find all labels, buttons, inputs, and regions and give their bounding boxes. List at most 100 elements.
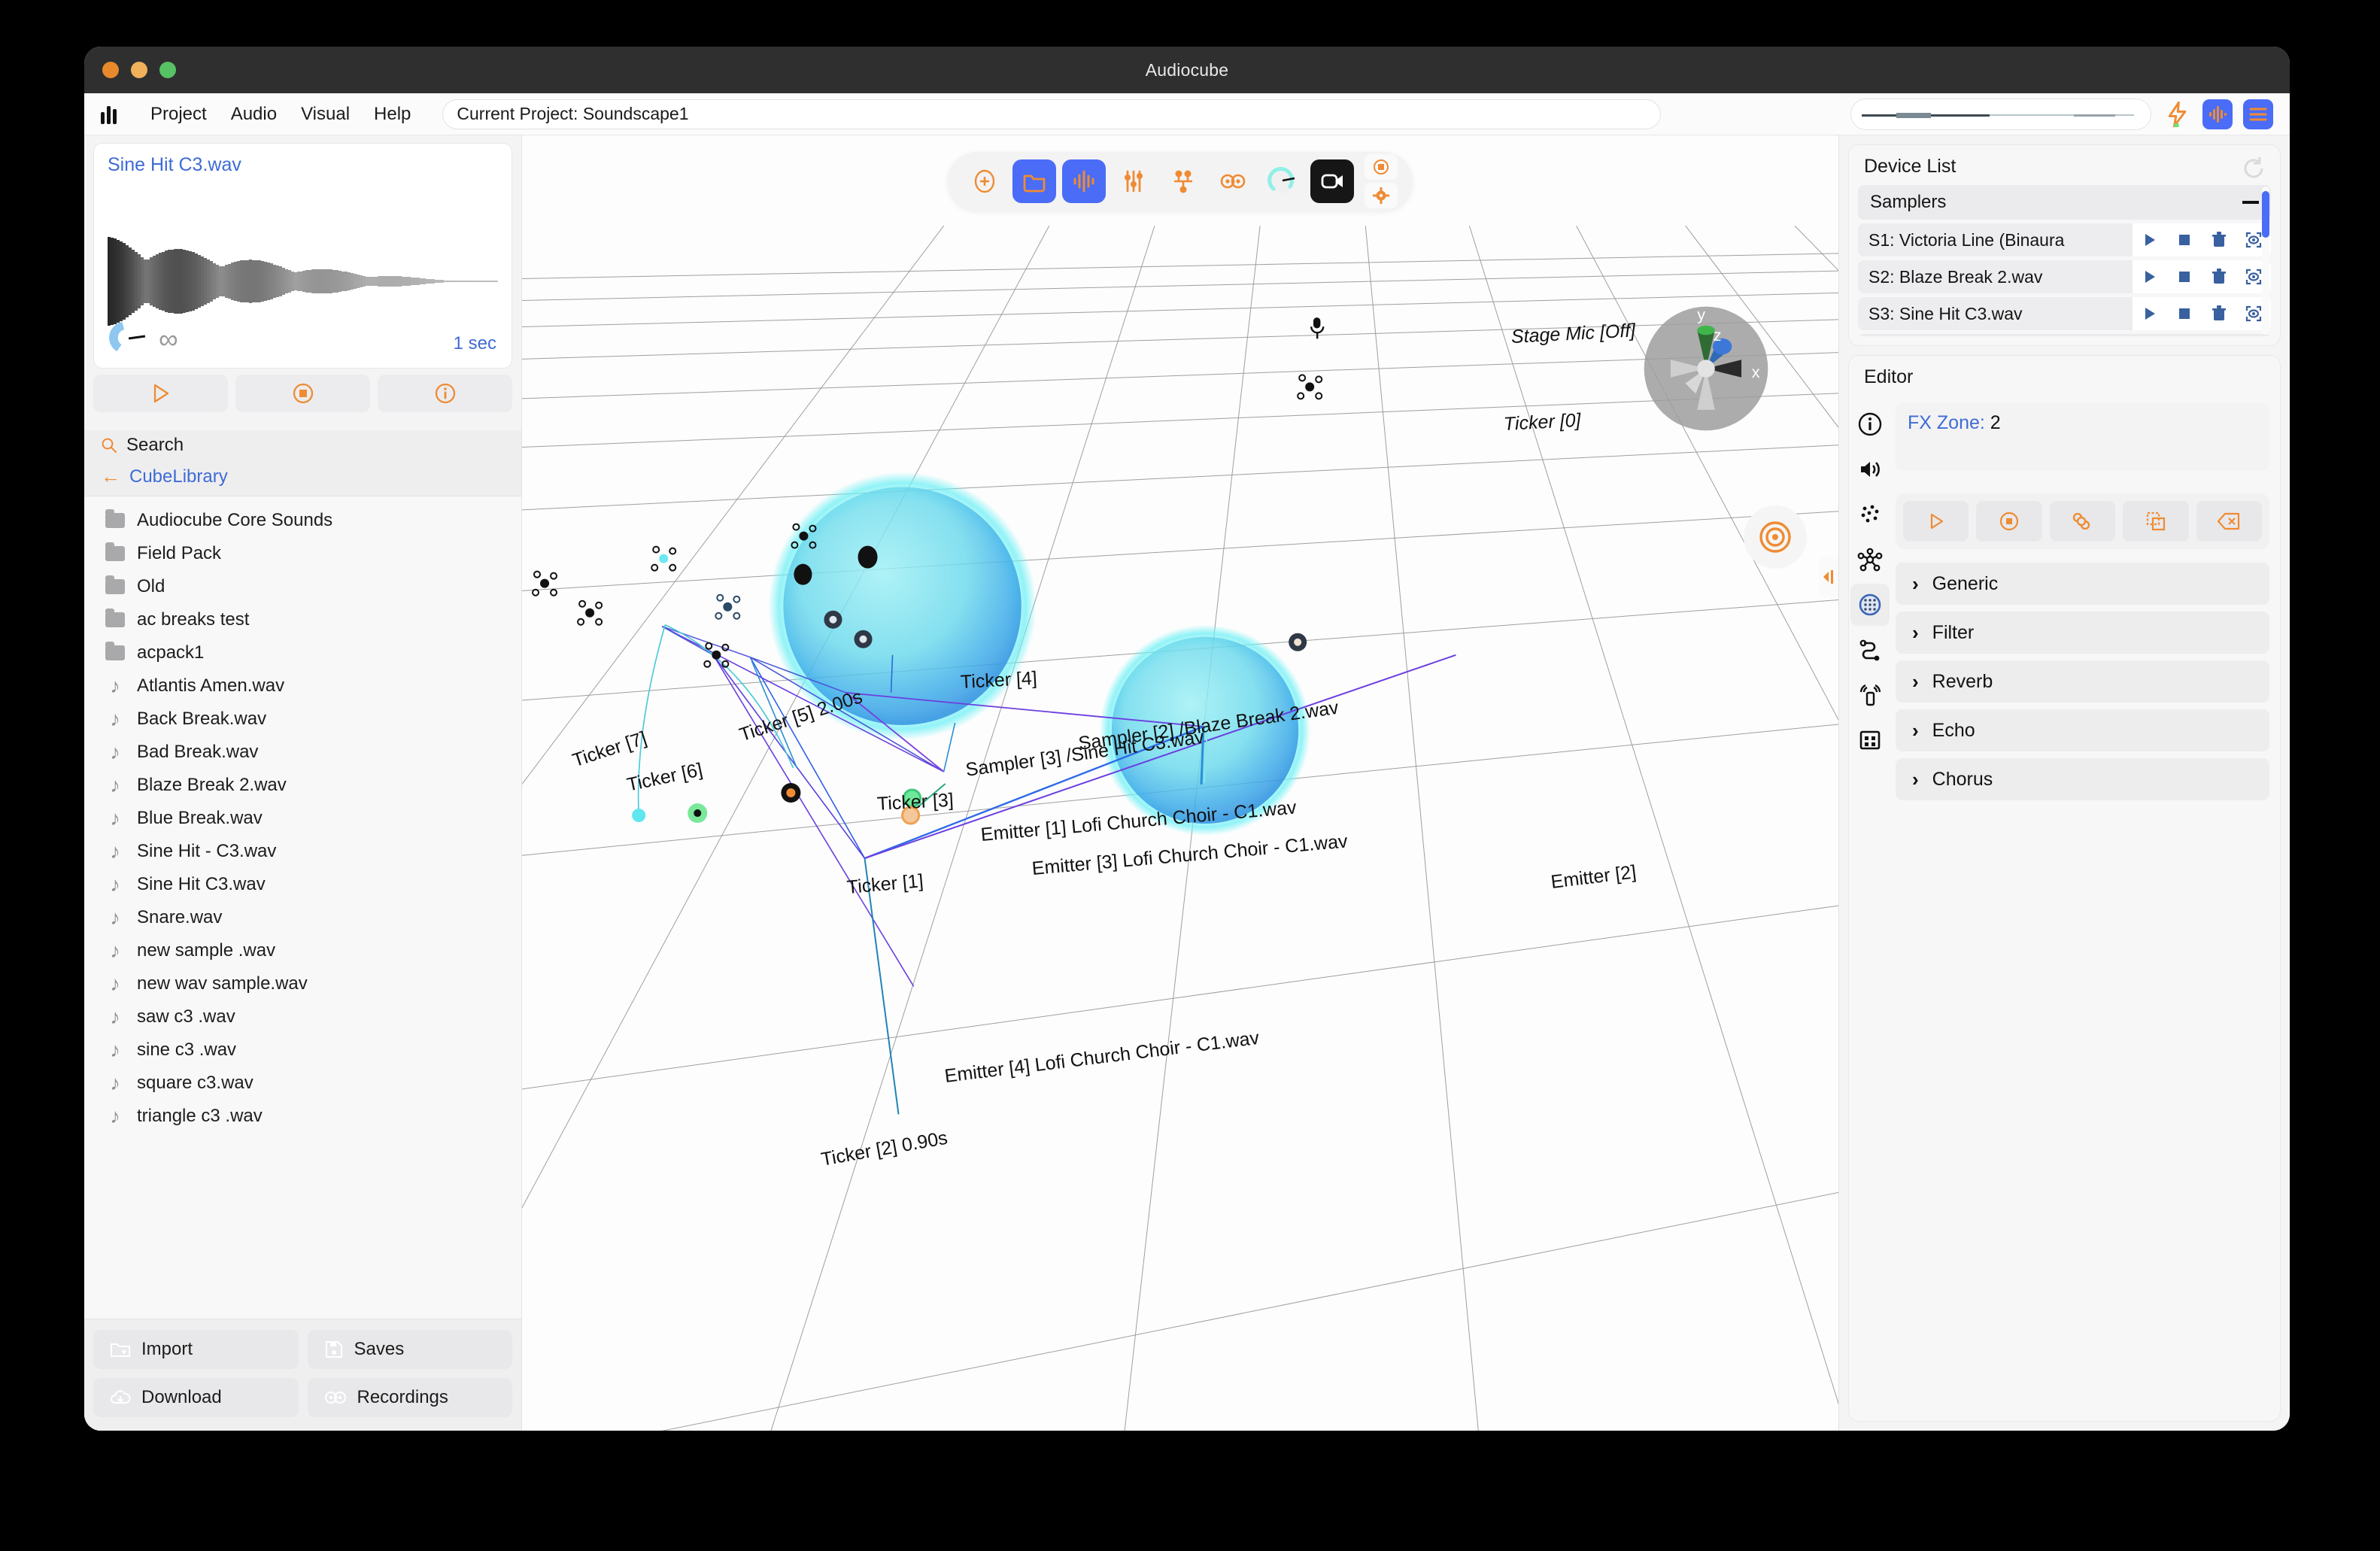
stop-button[interactable] bbox=[235, 375, 370, 412]
table-row[interactable]: S2: Blaze Break 2.wav bbox=[1858, 260, 2271, 293]
list-item[interactable]: Audiocube Core Sounds bbox=[84, 504, 521, 537]
node-hub-icon[interactable] bbox=[1850, 539, 1890, 581]
node-graph-icon[interactable] bbox=[1161, 159, 1205, 203]
list-item[interactable]: Old bbox=[84, 570, 521, 603]
device-list-scrollbar[interactable] bbox=[2262, 187, 2269, 335]
menu-audio[interactable]: Audio bbox=[219, 101, 289, 128]
list-item[interactable]: ac breaks test bbox=[84, 603, 521, 636]
list-item[interactable]: ♪ Snare.wav bbox=[84, 901, 521, 934]
refresh-icon[interactable] bbox=[2241, 156, 2266, 181]
list-item[interactable]: ♪ Atlantis Amen.wav bbox=[84, 669, 521, 703]
minimize-button[interactable] bbox=[131, 62, 147, 78]
accordion-generic[interactable]: › Generic bbox=[1896, 563, 2269, 605]
mini-waveform-display[interactable] bbox=[1850, 98, 2151, 130]
lightning-icon[interactable] bbox=[2162, 99, 2192, 129]
list-item[interactable]: ♪ new wav sample.wav bbox=[84, 967, 521, 1000]
saves-button[interactable]: Saves bbox=[307, 1330, 512, 1369]
device-group-header[interactable]: Emitters bbox=[1858, 334, 2271, 336]
list-item[interactable]: Field Pack bbox=[84, 537, 521, 570]
breadcrumb[interactable]: ← CubeLibrary bbox=[84, 460, 521, 496]
add-circle-icon[interactable] bbox=[963, 159, 1006, 203]
list-item[interactable]: ♪ sine c3 .wav bbox=[84, 1033, 521, 1067]
gear-icon[interactable] bbox=[1365, 183, 1398, 208]
target-focus-icon[interactable] bbox=[1744, 505, 1807, 569]
delete-icon[interactable] bbox=[2196, 501, 2263, 542]
menu-project[interactable]: Project bbox=[138, 101, 219, 128]
camera-icon[interactable] bbox=[1310, 159, 1354, 203]
trash-icon[interactable] bbox=[2202, 223, 2236, 256]
list-item[interactable]: acpack1 bbox=[84, 636, 521, 669]
waveform-icon[interactable] bbox=[1062, 159, 1106, 203]
import-button[interactable]: Import bbox=[93, 1330, 299, 1369]
download-button[interactable]: Download bbox=[93, 1378, 299, 1417]
minus-icon[interactable] bbox=[2242, 201, 2259, 204]
sample-waveform[interactable] bbox=[108, 232, 498, 330]
stop-icon[interactable] bbox=[2167, 223, 2202, 256]
device-list-body[interactable]: Samplers S1: Victoria Line (Binaura S2: Bl… bbox=[1858, 185, 2271, 336]
table-row[interactable]: S3: Sine Hit C3.wav bbox=[1858, 297, 2271, 330]
fx-accordion[interactable]: › Generic › Filter › Reverb › Echo › Chorus bbox=[1896, 563, 2269, 800]
trash-icon[interactable] bbox=[2202, 297, 2236, 330]
fx-zone-icon[interactable] bbox=[1850, 584, 1890, 626]
breadcrumb-label[interactable]: CubeLibrary bbox=[129, 466, 228, 487]
menu-help[interactable]: Help bbox=[362, 101, 423, 128]
list-item[interactable]: ♪ saw c3 .wav bbox=[84, 1000, 521, 1033]
accordion-filter[interactable]: › Filter bbox=[1896, 612, 2269, 654]
collapse-panel-icon[interactable] bbox=[1819, 557, 1838, 597]
stop-icon[interactable] bbox=[2167, 297, 2202, 330]
current-project-field[interactable]: Current Project: Soundscape1 bbox=[442, 99, 1662, 129]
play-button[interactable] bbox=[93, 375, 228, 412]
infinity-loop-icon[interactable]: ∞ bbox=[159, 326, 178, 353]
table-row[interactable]: S1: Victoria Line (Binaura bbox=[1858, 223, 2271, 256]
play-button[interactable] bbox=[1903, 501, 1969, 542]
list-menu-icon[interactable] bbox=[2243, 99, 2273, 129]
accordion-chorus[interactable]: › Chorus bbox=[1896, 758, 2269, 800]
orientation-gizmo[interactable]: y z x bbox=[1632, 295, 1780, 442]
menu-visual[interactable]: Visual bbox=[289, 101, 362, 128]
speaker-icon[interactable] bbox=[1850, 448, 1890, 490]
accordion-echo[interactable]: › Echo bbox=[1896, 709, 2269, 751]
folder-icon[interactable] bbox=[1012, 159, 1056, 203]
list-item[interactable]: ♪ new sample .wav bbox=[84, 934, 521, 967]
file-list[interactable]: Audiocube Core Sounds Field Pack Old ac bre… bbox=[84, 496, 521, 1319]
grid-panel-icon[interactable] bbox=[1850, 719, 1890, 761]
spectrum-icon[interactable] bbox=[2202, 99, 2233, 129]
device-group-header[interactable]: Samplers bbox=[1858, 185, 2271, 220]
list-item[interactable]: ♪ Blaze Break 2.wav bbox=[84, 769, 521, 802]
scene-viewport[interactable]: y z x Stage Mic [Off] Ticker [0] Ticker [4… bbox=[522, 135, 1838, 1431]
editor-rail[interactable] bbox=[1849, 396, 1891, 1421]
record-stop-icon[interactable] bbox=[1365, 154, 1398, 180]
device-signal-icon[interactable] bbox=[1850, 674, 1890, 716]
maximize-button[interactable] bbox=[159, 62, 176, 78]
duplicate-icon[interactable] bbox=[2123, 501, 2189, 542]
trash-icon[interactable] bbox=[2202, 260, 2236, 293]
list-item[interactable]: ♪ Bad Break.wav bbox=[84, 736, 521, 769]
list-item[interactable]: ♪ Blue Break.wav bbox=[84, 802, 521, 835]
volume-knob[interactable] bbox=[109, 321, 146, 354]
list-item[interactable]: ♪ Sine Hit - C3.wav bbox=[84, 835, 521, 868]
mixer-sliders-icon[interactable] bbox=[1112, 159, 1155, 203]
dial-knob-icon[interactable] bbox=[1261, 159, 1304, 203]
info-icon[interactable] bbox=[1850, 403, 1890, 445]
list-item[interactable]: ♪ triangle c3 .wav bbox=[84, 1100, 521, 1133]
loop-infinity-icon[interactable] bbox=[2049, 501, 2116, 542]
list-item[interactable]: ♪ square c3.wav bbox=[84, 1067, 521, 1100]
play-icon[interactable] bbox=[2133, 297, 2167, 330]
recordings-button[interactable]: Recordings bbox=[307, 1378, 512, 1417]
fx-action-bar[interactable] bbox=[1896, 493, 2269, 549]
info-button[interactable] bbox=[378, 375, 512, 412]
reel-tape-icon[interactable] bbox=[1211, 159, 1255, 203]
window-controls[interactable] bbox=[102, 62, 176, 78]
path-route-icon[interactable] bbox=[1850, 629, 1890, 671]
viewport-toolbar[interactable] bbox=[948, 152, 1413, 211]
play-icon[interactable] bbox=[2133, 260, 2167, 293]
particles-icon[interactable] bbox=[1850, 493, 1890, 536]
close-button[interactable] bbox=[102, 62, 119, 78]
toolbar-secondary-stack[interactable] bbox=[1365, 154, 1398, 208]
accordion-reverb[interactable]: › Reverb bbox=[1896, 660, 2269, 703]
stop-icon[interactable] bbox=[2167, 260, 2202, 293]
stop-button[interactable] bbox=[1976, 501, 2042, 542]
back-arrow-icon[interactable]: ← bbox=[101, 465, 120, 488]
search-input[interactable]: Search bbox=[84, 430, 521, 460]
list-item[interactable]: ♪ Sine Hit C3.wav bbox=[84, 868, 521, 901]
